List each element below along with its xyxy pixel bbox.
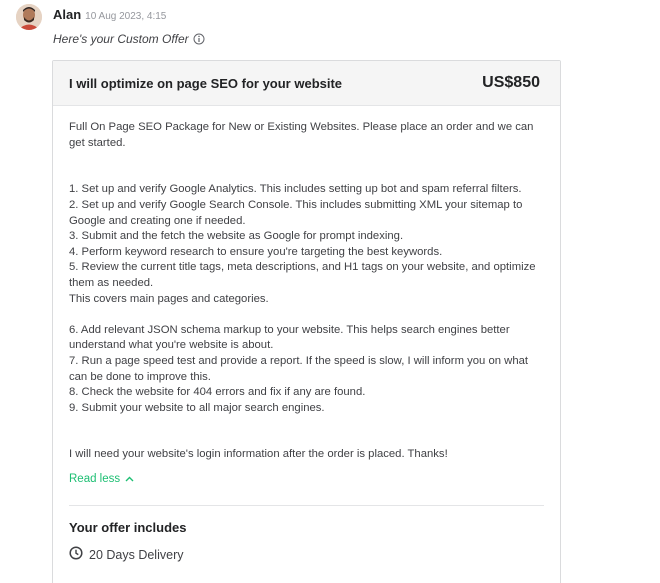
description-item: 1. Set up and verify Google Analytics. T… xyxy=(69,183,522,196)
offer-intro-text: Here's your Custom Offer xyxy=(53,32,189,46)
delivery-time: 20 Days Delivery xyxy=(69,546,544,565)
description-paragraph: Full On Page SEO Package for New or Exis… xyxy=(69,121,534,149)
offer-intro: Here's your Custom Offer xyxy=(53,32,205,46)
read-less-link[interactable]: Read less xyxy=(69,472,544,488)
avatar[interactable] xyxy=(16,4,42,30)
chevron-up-icon xyxy=(125,472,134,488)
sender-name[interactable]: Alan xyxy=(53,7,81,22)
offer-price: US$850 xyxy=(482,74,540,91)
delivery-label: 20 Days Delivery xyxy=(89,547,184,562)
description-item: 6. Add relevant JSON schema markup to yo… xyxy=(69,323,510,352)
offer-includes-title: Your offer includes xyxy=(69,519,187,535)
description-item: 7. Run a page speed test and provide a r… xyxy=(69,354,529,383)
description-note: This covers main pages and categories. xyxy=(69,292,269,305)
description-item: 3. Submit and the fetch the website as G… xyxy=(69,230,404,243)
info-icon[interactable] xyxy=(193,33,205,45)
offer-header: I will optimize on page SEO for your web… xyxy=(53,61,560,106)
message-header: Alan 10 Aug 2023, 4:15 xyxy=(53,6,166,24)
custom-offer-card: I will optimize on page SEO for your web… xyxy=(52,60,561,583)
description-item: 9. Submit your website to all major sear… xyxy=(69,401,325,414)
description-item: 8. Check the website for 404 errors and … xyxy=(69,386,366,399)
description-item: 2. Set up and verify Google Search Conso… xyxy=(69,198,523,227)
read-less-label: Read less xyxy=(69,473,121,486)
offer-title: I will optimize on page SEO for your web… xyxy=(69,75,343,91)
offer-description: Full On Page SEO Package for New or Exis… xyxy=(53,106,560,565)
divider xyxy=(69,504,544,506)
clock-icon xyxy=(69,546,83,565)
description-item: 5. Review the current title tags, meta d… xyxy=(69,261,536,289)
message: Alan 10 Aug 2023, 4:15 Here's your Custom… xyxy=(0,0,660,583)
description-item: 4. Perform keyword research to ensure yo… xyxy=(69,245,443,258)
message-timestamp: 10 Aug 2023, 4:15 xyxy=(85,11,167,22)
description-closing: I will need your website's login informa… xyxy=(69,448,448,461)
